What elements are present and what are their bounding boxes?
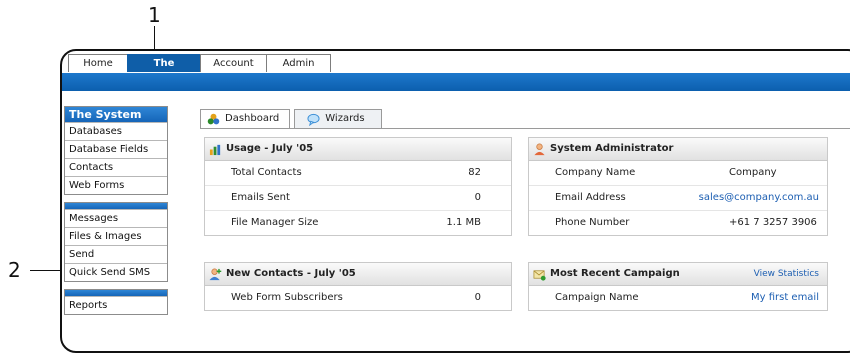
new-contacts-panel: New Contacts - July '05 Web Form Subscri… — [204, 262, 512, 311]
sidebar-item-contacts[interactable]: Contacts — [65, 158, 167, 176]
tab-admin[interactable]: Admin — [266, 54, 331, 72]
tab-dashboard-label: Dashboard — [225, 113, 280, 124]
row-value: 0 — [474, 192, 481, 203]
tab-wizards-label: Wizards — [325, 113, 365, 124]
admin-panel-header: System Administrator — [529, 138, 827, 161]
sidebar-item-messages[interactable]: Messages — [65, 209, 167, 227]
sidebar-group-reports: Reports — [64, 289, 168, 315]
usage-panel-header: Usage - July '05 — [205, 138, 511, 161]
new-contacts-panel-header: New Contacts - July '05 — [205, 263, 511, 286]
sidebar-item-files-images[interactable]: Files & Images — [65, 227, 167, 245]
row-value: Company — [729, 167, 777, 178]
sidebar-item-quick-send-sms[interactable]: Quick Send SMS — [65, 263, 167, 281]
table-row: Campaign Name My first email — [529, 286, 827, 310]
email-link[interactable]: sales@company.com.au — [699, 186, 819, 210]
sidebar-group-messaging: Messages Files & Images Send Quick Send … — [64, 202, 168, 282]
campaign-panel-header: Most Recent Campaign View Statistics — [529, 263, 827, 286]
sidebar-section-title: The System — [65, 107, 167, 122]
callout-2: 2 — [8, 258, 21, 282]
campaign-panel: Most Recent Campaign View Statistics Cam… — [528, 262, 828, 311]
content-tabs: Dashboard Wizards — [200, 109, 386, 128]
table-row: Total Contacts 82 — [205, 161, 511, 186]
table-row: Company Name Company — [529, 161, 827, 186]
sidebar-item-send[interactable]: Send — [65, 245, 167, 263]
new-contacts-title: New Contacts - July '05 — [226, 268, 356, 279]
table-row: Phone Number +61 7 3257 3906 — [529, 211, 827, 235]
usage-title: Usage - July '05 — [226, 143, 314, 154]
admin-panel: System Administrator Company Name Compan… — [528, 137, 828, 236]
chart-icon — [209, 144, 221, 155]
row-value: 1.1 MB — [446, 217, 481, 228]
speech-bubble-icon — [307, 113, 320, 126]
campaign-title: Most Recent Campaign — [550, 268, 680, 279]
tab-dashboard[interactable]: Dashboard — [200, 109, 291, 128]
table-row: Email Address sales@company.com.au — [529, 186, 827, 211]
tab-wizards[interactable]: Wizards — [294, 109, 382, 128]
admin-title: System Administrator — [550, 143, 674, 154]
usage-panel: Usage - July '05 Total Contacts 82 Email… — [204, 137, 512, 236]
campaign-icon — [533, 269, 546, 281]
sidebar-item-web-forms[interactable]: Web Forms — [65, 176, 167, 194]
app-window: Home The System Account Admin The System… — [60, 49, 850, 353]
campaign-name-link[interactable]: My first email — [751, 286, 819, 310]
sidebar-group-system: The System Databases Database Fields Con… — [64, 106, 168, 195]
tab-the-system[interactable]: The System — [127, 54, 201, 86]
row-label: Total Contacts — [231, 167, 302, 178]
nav-bar — [62, 73, 850, 91]
row-value: +61 7 3257 3906 — [729, 217, 817, 228]
table-row: Web Form Subscribers 0 — [205, 286, 511, 310]
dashboard-icon — [207, 113, 220, 124]
tab-home[interactable]: Home — [68, 54, 128, 72]
view-statistics-link[interactable]: View Statistics — [754, 263, 819, 285]
row-label: Web Form Subscribers — [231, 292, 343, 303]
row-value: 0 — [474, 292, 481, 303]
table-row: Emails Sent 0 — [205, 186, 511, 211]
row-label: Company Name — [555, 167, 636, 178]
sidebar-item-reports[interactable]: Reports — [65, 296, 167, 314]
tab-account[interactable]: Account — [200, 54, 267, 72]
callout-1: 1 — [148, 3, 161, 27]
user-icon — [534, 143, 545, 155]
row-label: Campaign Name — [555, 292, 639, 303]
add-user-icon — [209, 268, 222, 280]
content-tabs-divider — [200, 128, 850, 129]
table-row: File Manager Size 1.1 MB — [205, 211, 511, 235]
row-label: Email Address — [555, 192, 626, 203]
row-label: File Manager Size — [231, 217, 319, 228]
row-label: Phone Number — [555, 217, 630, 228]
row-label: Emails Sent — [231, 192, 290, 203]
sidebar-item-database-fields[interactable]: Database Fields — [65, 140, 167, 158]
sidebar-item-databases[interactable]: Databases — [65, 122, 167, 140]
sidebar: The System Databases Database Fields Con… — [64, 106, 168, 322]
top-nav: Home The System Account Admin — [68, 54, 331, 86]
row-value: 82 — [468, 167, 481, 178]
